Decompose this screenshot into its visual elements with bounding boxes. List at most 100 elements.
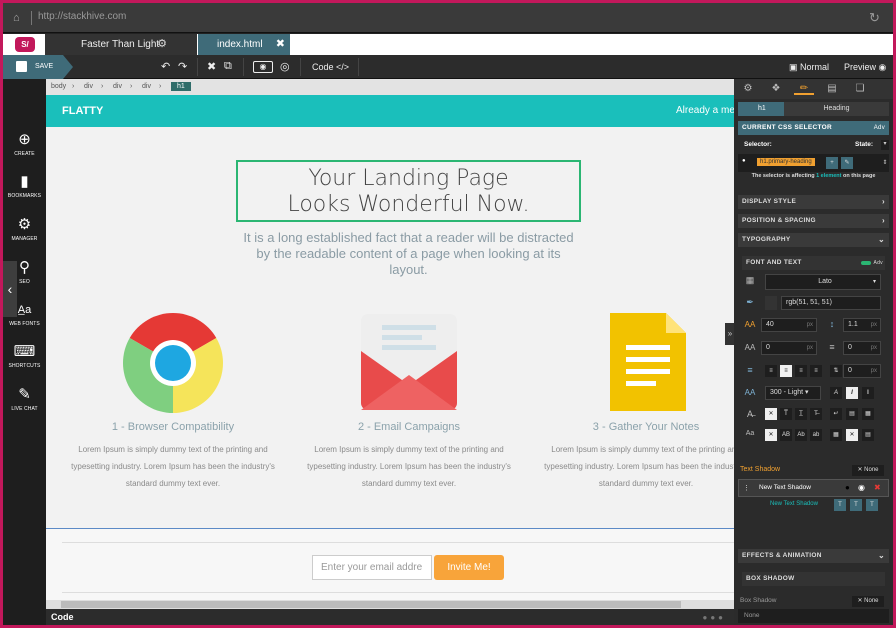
code-panel-bar[interactable]: Code ●●●: [46, 609, 734, 625]
gear-icon[interactable]: ⚙: [738, 83, 758, 94]
typography-section[interactable]: TYPOGRAPHY ⌄: [738, 233, 889, 247]
box-shadow-header[interactable]: BOX SHADOW: [742, 572, 885, 586]
lowercase-button[interactable]: ab: [810, 429, 822, 441]
align-left-button[interactable]: ≡: [765, 365, 777, 377]
shadow-preset-button[interactable]: T: [850, 499, 862, 511]
color-swatch[interactable]: [765, 296, 777, 310]
breadcrumb-item[interactable]: div: [142, 83, 151, 90]
text-shadow-item[interactable]: ⋮ New Text Shadow ● ◉ ✖: [738, 479, 889, 497]
align-justify-button[interactable]: ≡: [810, 365, 822, 377]
shadow-preset-button[interactable]: T: [834, 499, 846, 511]
eye-icon[interactable]: ◉: [253, 61, 273, 73]
horizontal-scrollbar[interactable]: [46, 600, 734, 609]
radio-icon[interactable]: ●: [742, 158, 746, 164]
feature-card[interactable]: 3 - Gather Your Notes Lorem Ipsum is sim…: [536, 311, 756, 492]
delete-icon[interactable]: ✖: [874, 483, 881, 492]
text-shadow-none-button[interactable]: ✕ None: [852, 465, 884, 476]
align-center-button[interactable]: ≡: [780, 365, 792, 377]
align-right-button[interactable]: ≡: [795, 365, 807, 377]
preview-button[interactable]: Preview ◉: [844, 62, 886, 73]
eyedropper-icon[interactable]: ✒: [744, 297, 756, 308]
effects-animation-section[interactable]: EFFECTS & ANIMATION ⌄: [738, 549, 889, 563]
home-icon[interactable]: ⌂: [13, 12, 25, 24]
current-selector-header[interactable]: CURRENT CSS SELECTOR Adv: [738, 121, 889, 135]
tab-project[interactable]: Faster Than Light ⚙: [45, 34, 197, 55]
hero-subtext[interactable]: It is a long established fact that a rea…: [236, 230, 581, 278]
reload-icon[interactable]: ↻: [869, 10, 880, 26]
new-text-shadow-link[interactable]: New Text Shadow: [770, 501, 818, 507]
feature-card[interactable]: 2 - Email Campaigns Lorem Ipsum is simpl…: [299, 311, 519, 492]
transform-none-button[interactable]: ✕: [765, 429, 777, 441]
overline-button[interactable]: T̅: [780, 408, 792, 420]
view-mode-button[interactable]: ▣ Normal: [789, 62, 829, 73]
decoration-none-button[interactable]: ✕: [765, 408, 777, 420]
pre-button[interactable]: ▦: [862, 408, 874, 420]
save-button[interactable]: SAVE: [3, 55, 73, 79]
text-indent-input[interactable]: 0 px: [843, 364, 881, 378]
nowrap-button[interactable]: ▤: [846, 408, 858, 420]
add-selector-button[interactable]: +: [826, 157, 838, 169]
selector-chip[interactable]: h1.primary-heading: [757, 158, 815, 166]
color-input[interactable]: rgb(51, 51, 51): [781, 296, 881, 310]
overflow-none-button[interactable]: ✕: [846, 429, 858, 441]
color-dot-icon[interactable]: ●: [845, 483, 850, 492]
word-spacing-input[interactable]: 0 px: [843, 341, 881, 355]
edit-selector-button[interactable]: ✎: [841, 157, 853, 169]
eye-icon[interactable]: ◉: [858, 483, 865, 492]
scroll-thumb[interactable]: [61, 601, 681, 608]
selector-scroll[interactable]: ⇕: [881, 154, 889, 172]
underline-button[interactable]: T̲: [795, 408, 807, 420]
adv-toggle[interactable]: Adv: [873, 256, 883, 270]
duplicate-icon[interactable]: ⧉: [224, 60, 232, 73]
chevron-left-icon[interactable]: ‹: [3, 261, 17, 317]
delete-icon[interactable]: ✖: [207, 60, 216, 73]
primary-heading[interactable]: Your Landing Page Looks Wonderful Now.: [236, 160, 581, 222]
sidebar-item-bookmarks[interactable]: ▮ BOOKMARKS: [3, 173, 46, 199]
breadcrumb-item[interactable]: body: [51, 83, 66, 90]
drag-handle-icon[interactable]: ⋮: [743, 484, 750, 492]
strikethrough-button[interactable]: T̶: [810, 408, 822, 420]
eye-slash-icon[interactable]: ◎: [280, 60, 290, 73]
italic-button[interactable]: A: [830, 387, 842, 399]
uppercase-button[interactable]: AB: [780, 429, 792, 441]
box-shadow-none-button[interactable]: ✕ None: [852, 596, 884, 607]
tab-index-html[interactable]: index.html ✖: [198, 34, 290, 55]
adv-switch[interactable]: [861, 261, 871, 265]
undo-icon[interactable]: ↶: [161, 60, 170, 73]
state-select[interactable]: ▾: [881, 140, 889, 150]
breadcrumb-item[interactable]: div: [113, 83, 122, 90]
redo-icon[interactable]: ↷: [178, 60, 187, 73]
sidebar-item-live-chat[interactable]: ✎ LIVE CHAT: [3, 386, 46, 412]
gear-icon[interactable]: ⚙: [157, 34, 167, 55]
feature-card[interactable]: 1 - Browser Compatibility Lorem Ipsum is…: [63, 311, 283, 492]
cubes-icon[interactable]: ❏: [850, 83, 870, 94]
url-field[interactable]: http://stackhive.com: [38, 11, 126, 22]
close-icon[interactable]: ✖: [276, 34, 285, 55]
display-style-section[interactable]: DISPLAY STYLE ›: [738, 195, 889, 209]
window-controls-icon[interactable]: ●●●: [703, 613, 727, 622]
bold-button[interactable]: I: [862, 387, 874, 399]
ellipsis-button[interactable]: ▤: [862, 429, 874, 441]
puzzle-icon[interactable]: ❖: [766, 83, 786, 94]
font-size-input[interactable]: 40 px: [761, 318, 817, 332]
code-file-icon[interactable]: ▤: [822, 83, 842, 94]
email-input[interactable]: Enter your email addre: [312, 555, 432, 580]
brush-icon[interactable]: ✏: [794, 79, 814, 95]
breadcrumb-item-active[interactable]: h1: [171, 82, 191, 91]
italic-active-button[interactable]: I: [846, 387, 858, 399]
adv-toggle[interactable]: Adv: [874, 121, 885, 135]
position-spacing-section[interactable]: POSITION & SPACING ›: [738, 214, 889, 228]
letter-spacing-input[interactable]: 0 px: [761, 341, 817, 355]
site-brand[interactable]: FLATTY: [62, 105, 103, 117]
invite-button[interactable]: Invite Me!: [434, 555, 504, 580]
sidebar-item-manager[interactable]: ⚙ MANAGER: [3, 216, 46, 242]
shadow-preset-button[interactable]: T: [866, 499, 878, 511]
sidebar-item-shortcuts[interactable]: ⌨ SHORTCUTS: [3, 343, 46, 369]
sidebar-item-create[interactable]: ⊕ CREATE: [3, 131, 46, 157]
capitalize-button[interactable]: Ab: [795, 429, 807, 441]
breadcrumb-item[interactable]: div: [84, 83, 93, 90]
line-height-input[interactable]: 1.1 px: [843, 318, 881, 332]
code-toggle-button[interactable]: Code </>: [312, 62, 349, 72]
font-family-select[interactable]: Lato ▾: [765, 274, 881, 290]
font-weight-select[interactable]: 300 - Light ▾: [765, 386, 821, 400]
